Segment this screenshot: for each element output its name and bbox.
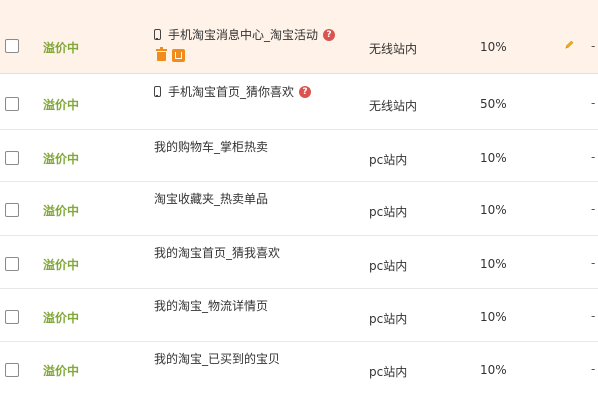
placement-location: 无线站内 (369, 42, 418, 56)
row-checkbox[interactable] (5, 257, 19, 271)
row-checkbox[interactable] (5, 151, 19, 165)
placement-name: 手机淘宝消息中心_淘宝活动 ? (154, 26, 336, 43)
row-checkbox[interactable] (5, 203, 19, 217)
status-label: 溢价中 (43, 204, 80, 218)
placement-name-text: 我的淘宝_已买到的宝贝 (154, 352, 281, 366)
placement-location: pc站内 (369, 259, 408, 273)
table-row: 溢价中 我的淘宝_已买到的宝贝 pc站内 10% - (0, 342, 598, 402)
table-row: 溢价中 手机淘宝首页_猜你喜欢 ? 无线站内 50% - (0, 74, 598, 130)
status-label: 溢价中 (43, 364, 80, 378)
row-actions (156, 47, 185, 62)
placement-table: 溢价中 手机淘宝消息中心_淘宝活动 ? 无线站内 10% - 溢价中 手机淘宝首… (0, 0, 598, 402)
extra-cell: - (591, 362, 596, 376)
premium-percent: 10% (480, 151, 507, 165)
status-label: 溢价中 (43, 98, 80, 112)
table-row: 溢价中 手机淘宝消息中心_淘宝活动 ? 无线站内 10% - (0, 0, 598, 74)
trash-icon[interactable] (156, 47, 167, 61)
placement-name: 我的淘宝_已买到的宝贝 (154, 350, 280, 367)
table-row: 溢价中 我的淘宝_物流详情页 pc站内 10% - (0, 289, 598, 342)
placement-name-text: 我的淘宝首页_猜我喜欢 (154, 246, 281, 260)
extra-cell: - (591, 309, 596, 323)
placement-location: pc站内 (369, 205, 408, 219)
status-label: 溢价中 (43, 152, 80, 166)
status-label: 溢价中 (43, 311, 80, 325)
placement-name-text: 手机淘宝首页_猜你喜欢 (168, 85, 295, 99)
help-icon[interactable]: ? (323, 28, 336, 41)
extra-cell: - (591, 39, 596, 53)
placement-name: 淘宝收藏夹_热卖单品 (154, 190, 268, 207)
extra-cell: - (591, 256, 596, 270)
row-checkbox[interactable] (5, 310, 19, 324)
placement-name-text: 我的淘宝_物流详情页 (154, 299, 269, 313)
placement-name-text: 淘宝收藏夹_热卖单品 (154, 192, 269, 206)
premium-percent: 10% (480, 203, 507, 217)
premium-percent: 10% (480, 363, 507, 377)
extra-cell: - (591, 202, 596, 216)
premium-percent: 10% (480, 257, 507, 271)
mobile-phone-icon (154, 29, 161, 40)
placement-name-text: 我的购物车_掌柜热卖 (154, 140, 269, 154)
placement-location: 无线站内 (369, 99, 418, 113)
table-row: 溢价中 淘宝收藏夹_热卖单品 pc站内 10% - (0, 182, 598, 236)
placement-location: pc站内 (369, 153, 408, 167)
status-label: 溢价中 (43, 41, 80, 55)
mobile-phone-icon (154, 86, 161, 97)
premium-percent: 10% (480, 310, 507, 324)
row-checkbox[interactable] (5, 97, 19, 111)
placement-name: 我的淘宝_物流详情页 (154, 297, 268, 314)
placement-location: pc站内 (369, 365, 408, 379)
row-checkbox[interactable] (5, 363, 19, 377)
premium-percent: 10% (480, 40, 507, 54)
extra-cell: - (591, 150, 596, 164)
placement-name: 我的淘宝首页_猜我喜欢 (154, 244, 280, 261)
pencil-icon[interactable] (565, 40, 574, 49)
placement-name-text: 手机淘宝消息中心_淘宝活动 (168, 28, 319, 42)
placement-name: 我的购物车_掌柜热卖 (154, 138, 268, 155)
row-checkbox[interactable] (5, 39, 19, 53)
placement-name: 手机淘宝首页_猜你喜欢 ? (154, 83, 312, 100)
placement-location: pc站内 (369, 312, 408, 326)
extra-cell: - (591, 96, 596, 110)
table-row: 溢价中 我的淘宝首页_猜我喜欢 pc站内 10% - (0, 236, 598, 289)
premium-percent: 50% (480, 97, 507, 111)
shop-icon[interactable] (172, 49, 185, 62)
status-label: 溢价中 (43, 258, 80, 272)
help-icon[interactable]: ? (299, 85, 312, 98)
table-row: 溢价中 我的购物车_掌柜热卖 pc站内 10% - (0, 130, 598, 182)
